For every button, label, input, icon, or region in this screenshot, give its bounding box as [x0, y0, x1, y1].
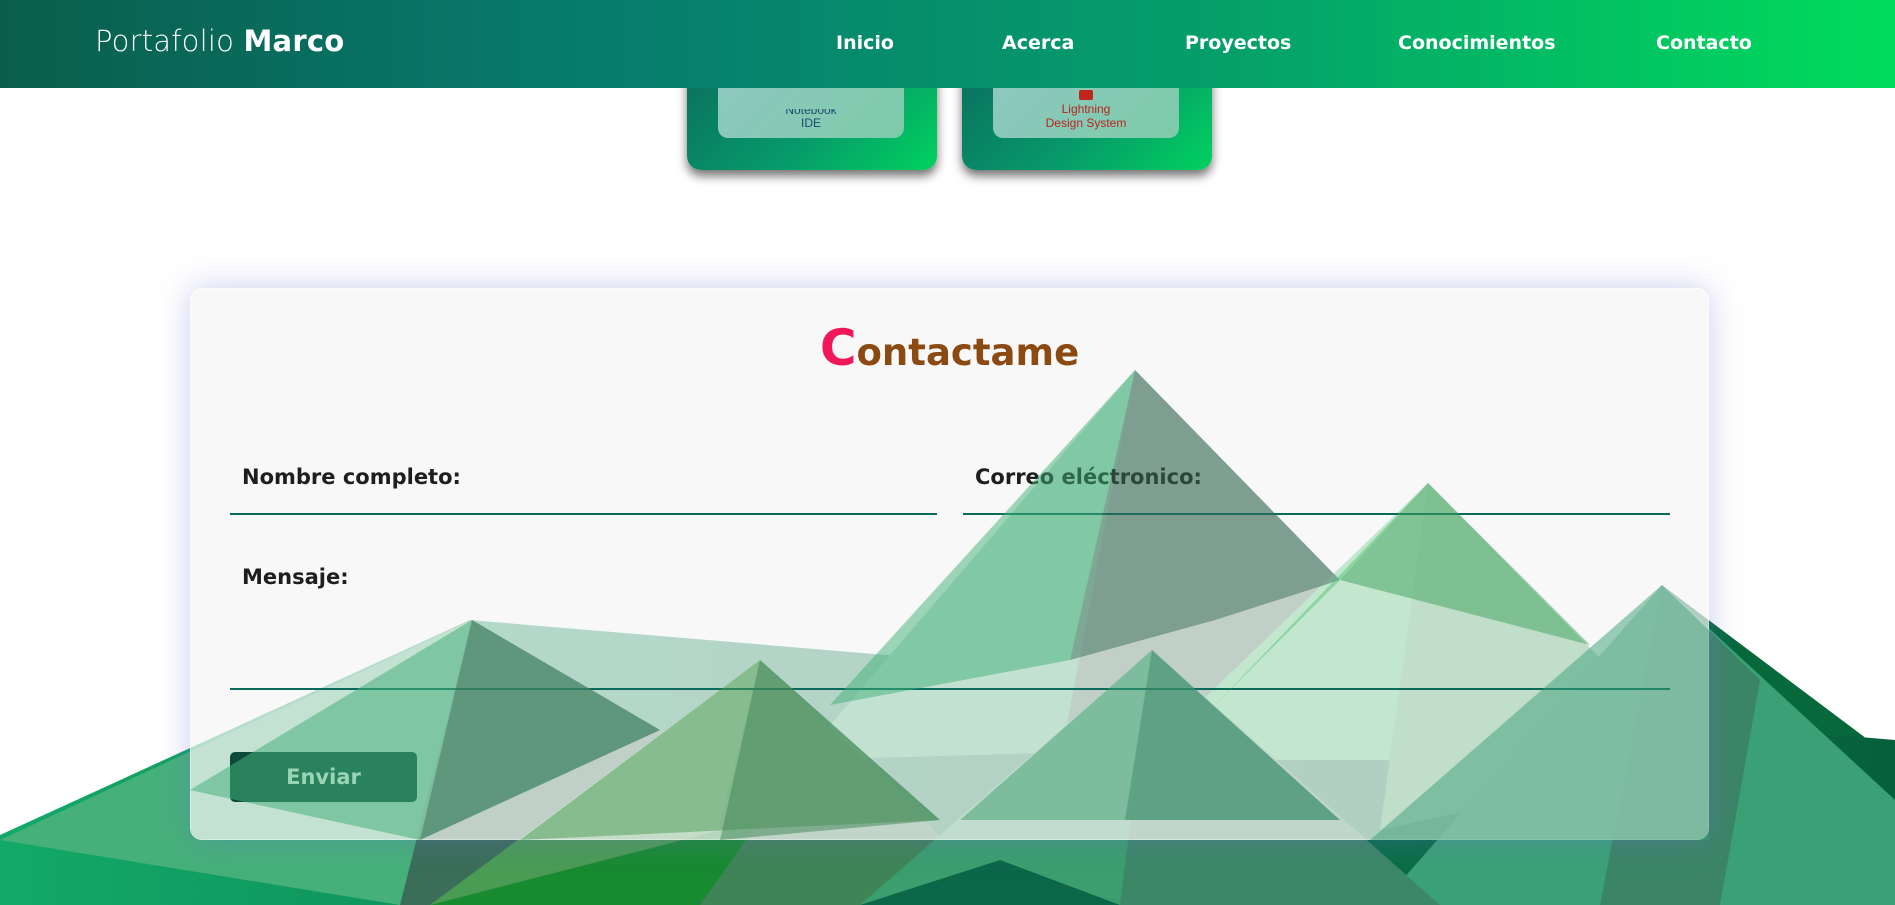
send-button[interactable]: Enviar	[230, 752, 417, 802]
name-field-label: Nombre completo:	[242, 465, 461, 489]
contact-form: Contactame Nombre completo: Correo eléct…	[190, 288, 1709, 840]
nav-link-conocimientos[interactable]: Conocimientos	[1398, 32, 1556, 54]
email-field[interactable]: Correo eléctronico:	[963, 465, 1670, 515]
brand-bold-text: Marco	[243, 24, 345, 58]
project-label: Lightning Design System	[1045, 102, 1127, 130]
nav-link-proyectos[interactable]: Proyectos	[1185, 32, 1291, 54]
top-navbar: Portafolio Marco Inicio Acerca Proyectos…	[0, 0, 1895, 88]
email-field-label: Correo eléctronico:	[975, 465, 1202, 489]
nav-link-acerca[interactable]: Acerca	[1002, 32, 1074, 54]
brand-light-text: Portafolio	[95, 24, 235, 58]
nav-link-inicio[interactable]: Inicio	[836, 32, 894, 54]
project-label: Notebook IDE	[785, 109, 837, 130]
message-field-label: Mensaje:	[242, 565, 349, 589]
contact-title: Contactame	[191, 319, 1708, 377]
message-field[interactable]: Mensaje:	[230, 565, 1670, 690]
title-rest: ontactame	[856, 331, 1080, 374]
nav-link-contacto[interactable]: Contacto	[1656, 32, 1752, 54]
name-field[interactable]: Nombre completo:	[230, 465, 937, 515]
lightning-logo-icon	[1079, 90, 1093, 100]
title-initial: C	[819, 319, 857, 377]
page: Notebook IDE Lightning Design System Por…	[0, 0, 1895, 905]
brand-logo[interactable]: Portafolio Marco	[95, 24, 344, 58]
